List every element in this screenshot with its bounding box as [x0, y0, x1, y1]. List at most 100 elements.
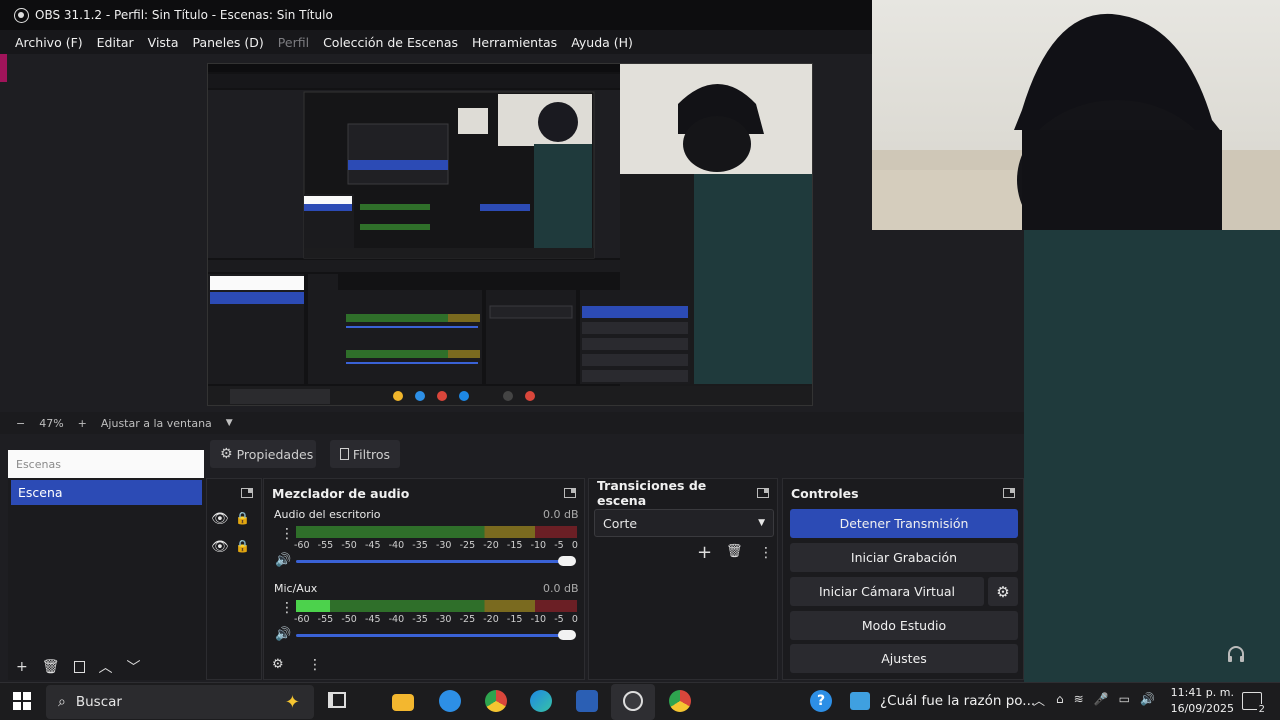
menu-docks[interactable]: Paneles (D): [186, 35, 271, 50]
volume-slider-knob[interactable]: [558, 630, 576, 640]
tick-label: -50: [341, 540, 357, 551]
file-explorer-icon[interactable]: [392, 694, 414, 711]
channel-name: Mic/Aux: [274, 582, 318, 595]
properties-label: Propiedades: [236, 446, 314, 462]
show-hidden-icons-icon[interactable]: ︿: [1033, 692, 1045, 709]
volume-meter: [296, 600, 577, 612]
menu-profile[interactable]: Perfil: [271, 35, 316, 50]
clock-date: 16/09/2025: [1170, 702, 1234, 715]
tick-label: -30: [435, 614, 452, 625]
edge-icon[interactable]: [530, 690, 552, 712]
float-icon[interactable]: [757, 488, 769, 498]
tick-label: 0: [571, 540, 578, 551]
tick-label: -50: [341, 614, 357, 625]
obs-taskbar-button[interactable]: [611, 684, 655, 720]
menu-scene-collection[interactable]: Colección de Escenas: [316, 35, 465, 50]
clock-time: 11:41 p. m.: [1170, 686, 1234, 699]
tick-label: -25: [459, 540, 476, 551]
float-icon[interactable]: [1003, 488, 1015, 498]
transition-menu-icon[interactable]: ⋮: [759, 546, 773, 560]
battery-icon[interactable]: ▭: [1119, 692, 1130, 706]
eye-icon[interactable]: 👁: [211, 539, 229, 555]
tick-label: -55: [317, 614, 334, 625]
chrome-icon[interactable]: [485, 690, 507, 712]
tick-label: -60: [294, 614, 310, 625]
speaker-icon[interactable]: 🔊: [275, 627, 291, 642]
virtual-camera-settings-button[interactable]: ⚙: [988, 577, 1018, 606]
news-widget-icon[interactable]: [850, 692, 870, 710]
speaker-icon[interactable]: 🔊: [275, 553, 291, 568]
scenes-search-field[interactable]: Escenas: [8, 450, 204, 478]
word-icon[interactable]: [576, 690, 598, 712]
add-transition-icon[interactable]: +: [697, 542, 712, 563]
news-widget-text[interactable]: ¿Cuál fue la razón po...: [880, 693, 1035, 709]
move-down-icon[interactable]: ﹀: [127, 657, 141, 677]
filters-button[interactable]: Filtros: [330, 440, 400, 468]
volume-meter: [296, 526, 577, 538]
tick-label: -35: [412, 540, 428, 551]
network-icon[interactable]: ⌂: [1056, 692, 1064, 706]
tick-label: -10: [530, 614, 547, 625]
start-recording-button[interactable]: Iniciar Grabación: [790, 543, 1018, 572]
menu-bar: Archivo (F) Editar Vista Paneles (D) Per…: [0, 30, 872, 54]
preview-zoom-bar: − 47% + Ajustar a la ventana ▼: [0, 412, 1024, 434]
start-virtual-camera-button[interactable]: Iniciar Cámara Virtual: [790, 577, 984, 606]
tick-label: 0: [571, 614, 578, 625]
wifi-icon[interactable]: ≋: [1074, 692, 1084, 706]
zoom-in-button[interactable]: +: [78, 417, 87, 430]
menu-help[interactable]: Ayuda (H): [564, 35, 640, 50]
settings-button[interactable]: Ajustes: [790, 644, 1018, 673]
tick-label: -40: [388, 540, 405, 551]
scene-filters-icon[interactable]: [73, 661, 85, 673]
sparkle-icon: ✦: [284, 691, 300, 713]
tick-label: -45: [364, 614, 381, 625]
mixer-settings-icon[interactable]: ⚙: [272, 657, 284, 672]
trash-icon[interactable]: 🗑: [42, 659, 60, 675]
microphone-icon[interactable]: 🎤: [1094, 692, 1109, 706]
volume-slider[interactable]: [296, 634, 568, 637]
preview-canvas[interactable]: [207, 63, 813, 406]
taskbar-search-label: Buscar: [75, 694, 122, 710]
internet-explorer-icon[interactable]: [439, 690, 461, 712]
zoom-out-button[interactable]: −: [16, 417, 25, 430]
channel-menu-icon[interactable]: ⋮: [280, 527, 294, 541]
menu-tools[interactable]: Herramientas: [465, 35, 564, 50]
task-view-icon[interactable]: [328, 692, 346, 708]
channel-menu-icon[interactable]: ⋮: [280, 601, 294, 615]
channel-db: 0.0 dB: [543, 508, 579, 521]
float-icon[interactable]: [564, 488, 576, 498]
menu-file[interactable]: Archivo (F): [8, 35, 90, 50]
accent-strip: [0, 54, 7, 82]
menu-edit[interactable]: Editar: [90, 35, 141, 50]
float-icon[interactable]: [241, 488, 253, 498]
studio-mode-button[interactable]: Modo Estudio: [790, 611, 1018, 640]
properties-button[interactable]: ⚙ Propiedades: [210, 440, 316, 468]
volume-slider-knob[interactable]: [558, 556, 576, 566]
mixer-menu-icon[interactable]: ⋮: [308, 658, 322, 672]
trash-icon[interactable]: 🗑: [726, 544, 743, 559]
volume-icon[interactable]: 🔊: [1140, 692, 1155, 706]
chrome-icon[interactable]: [669, 690, 691, 712]
webcam-backdrop: [1024, 230, 1280, 682]
taskbar-search[interactable]: ⌕ Buscar ✦: [46, 685, 314, 719]
scenes-toolbar: + 🗑 ︿ ﹀: [8, 654, 206, 680]
stop-streaming-button[interactable]: Detener Transmisión: [790, 509, 1018, 538]
eye-icon[interactable]: 👁: [211, 511, 229, 527]
menu-view[interactable]: Vista: [141, 35, 186, 50]
taskbar-clock[interactable]: 11:41 p. m. 16/09/2025: [1160, 685, 1234, 719]
help-icon[interactable]: ?: [810, 690, 832, 712]
headset-icon[interactable]: [1226, 645, 1248, 667]
tick-label: -25: [459, 614, 476, 625]
chevron-down-icon[interactable]: ▼: [226, 418, 233, 428]
fit-to-window-label[interactable]: Ajustar a la ventana: [101, 417, 212, 430]
lock-icon[interactable]: 🔒: [235, 511, 250, 525]
tick-label: -40: [388, 614, 405, 625]
notification-center-icon[interactable]: 2: [1242, 692, 1267, 715]
windows-start-icon[interactable]: [13, 692, 31, 710]
scene-item[interactable]: Escena: [11, 480, 202, 505]
add-scene-icon[interactable]: +: [16, 659, 28, 675]
volume-slider[interactable]: [296, 560, 568, 563]
move-up-icon[interactable]: ︿: [99, 657, 113, 677]
lock-icon[interactable]: 🔒: [235, 539, 250, 553]
transition-select[interactable]: Corte ▼: [594, 509, 774, 537]
